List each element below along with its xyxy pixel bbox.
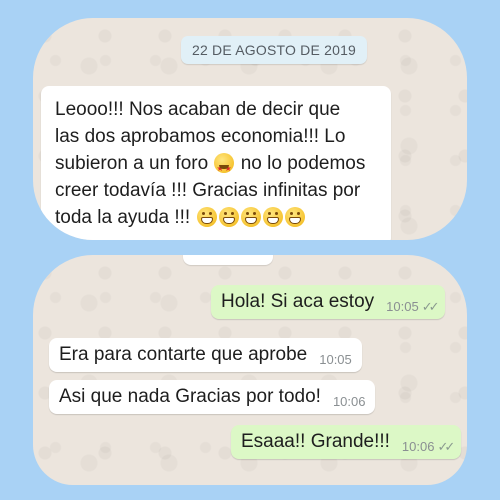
chat-panel-top: 22 DE AGOSTO DE 2019 Leooo!!! Nos acaban… [33,18,467,240]
read-receipt-icon: ✓✓ [421,299,440,314]
grinning-icon [240,207,261,227]
grinning-icon [262,207,283,227]
grinning-icon [284,207,305,227]
message-text: Asi que nada Gracias por todo! [59,386,321,407]
message-time: 10:06 [332,394,366,409]
outgoing-message[interactable]: Esaaa!! Grande!!! 10:06 ✓✓ [231,425,462,459]
message-line: subieron a un foro no lo podemos [55,150,377,182]
star-struck-icon [214,153,235,182]
message-line: toda la ayuda !!! [55,204,377,231]
read-receipt-icon: ✓✓ [437,439,455,454]
grimacing-icon [196,207,217,227]
message-time: 10:05 [386,299,419,314]
date-separator: 22 DE AGOSTO DE 2019 [181,36,368,64]
grimacing-icon [218,207,239,227]
message-text: Hola! Si aca estoy [221,291,375,312]
outgoing-message[interactable]: Hola! Si aca estoy 10:05 ✓✓ [211,285,446,319]
cropped-message-bubble [183,255,273,265]
message-line: las dos aprobamos economia!!! Lo [55,126,346,147]
message-time: 10:06 [401,439,435,454]
message-time: 10:05 [319,352,352,367]
message-text: Esaaa!! Grande!!! [241,431,390,452]
message-text: Era para contarte que aprobe [59,344,308,365]
message-line: Leooo!!! Nos acaban de decir que [55,99,341,120]
chat-panel-bottom: Hola! Si aca estoy 10:05 ✓✓ Era para conta… [33,255,467,485]
incoming-message-long[interactable]: Leooo!!! Nos acaban de decir que las dos… [41,86,391,240]
incoming-message[interactable]: Asi que nada Gracias por todo! 10:06 [49,380,376,414]
incoming-message[interactable]: Era para contarte que aprobe 10:05 [49,338,362,372]
